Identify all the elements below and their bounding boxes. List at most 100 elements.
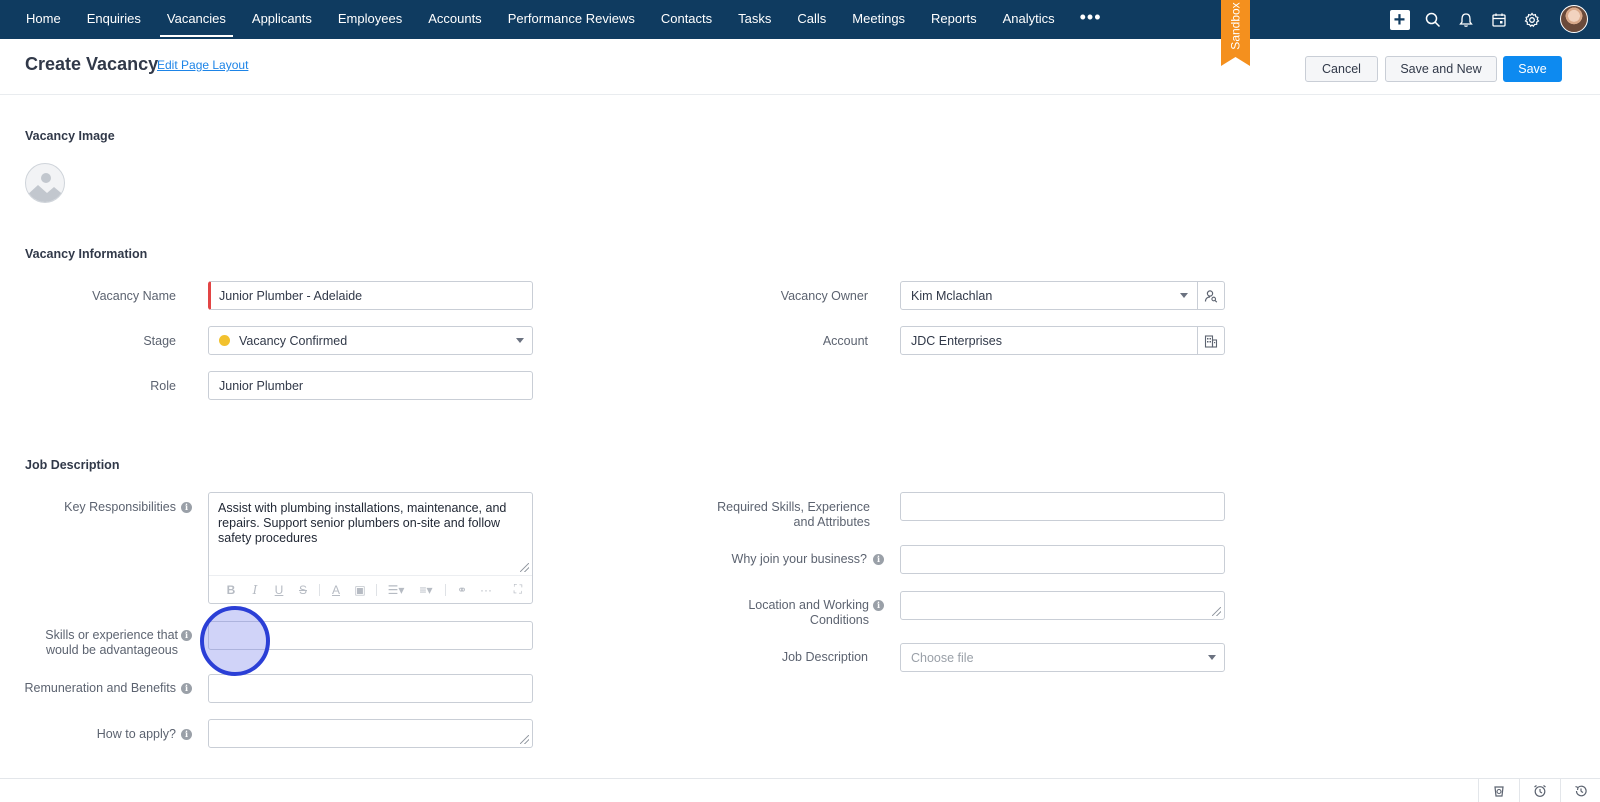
vacancy-name-label: Vacancy Name: [92, 289, 176, 303]
nav-tab-meetings[interactable]: Meetings: [839, 0, 918, 39]
account-value: JDC Enterprises: [911, 333, 1002, 348]
module-tabs: Home Enquiries Vacancies Applicants Empl…: [13, 0, 1114, 39]
global-actions: +: [1383, 0, 1548, 39]
chevron-down-icon: [516, 338, 524, 343]
italic-icon[interactable]: I: [243, 583, 267, 597]
numbered-list-icon[interactable]: ≡▾: [411, 583, 441, 597]
required-skills-label-line1: Required Skills, Experience: [717, 500, 870, 514]
highlight-color-icon[interactable]: ▣: [348, 583, 372, 597]
nav-tab-calls[interactable]: Calls: [784, 0, 839, 39]
plus-icon: +: [1389, 9, 1410, 30]
user-avatar[interactable]: [1560, 5, 1588, 33]
why-join-input[interactable]: [900, 545, 1225, 574]
chevron-down-icon: [1208, 655, 1216, 660]
choose-file-placeholder: Choose file: [911, 650, 974, 665]
toolbar-divider: [376, 583, 377, 596]
skills-advantageous-label: Skills or experience that would be advan…: [20, 628, 178, 658]
info-icon[interactable]: i: [181, 729, 192, 740]
how-to-apply-textarea[interactable]: [208, 719, 533, 748]
stage-value: Vacancy Confirmed: [239, 333, 348, 348]
fullscreen-icon[interactable]: ⛶: [506, 582, 530, 597]
info-icon[interactable]: i: [181, 502, 192, 513]
user-lookup-icon[interactable]: [1197, 282, 1224, 309]
underline-icon[interactable]: U: [267, 583, 291, 597]
toolbar-divider: [319, 583, 320, 596]
account-label: Account: [822, 334, 868, 348]
how-to-apply-label: How to apply?: [96, 727, 176, 741]
nav-tab-applicants[interactable]: Applicants: [239, 0, 325, 39]
stage-label: Stage: [143, 334, 176, 348]
key-responsibilities-label: Key Responsibilities: [64, 500, 176, 514]
required-skills-input[interactable]: [900, 492, 1225, 521]
role-input[interactable]: Junior Plumber: [208, 371, 533, 400]
required-skills-label-line2: and Attributes: [793, 515, 870, 529]
gear-icon[interactable]: [1515, 0, 1548, 39]
location-conditions-textarea[interactable]: [900, 591, 1225, 620]
account-input[interactable]: JDC Enterprises: [900, 326, 1225, 355]
location-conditions-label: Location and Working Conditions: [690, 598, 869, 628]
resize-handle[interactable]: [520, 735, 529, 744]
nav-tab-enquiries[interactable]: Enquiries: [74, 0, 154, 39]
more-options-icon[interactable]: ···: [474, 583, 498, 597]
job-description-file-select[interactable]: Choose file: [900, 643, 1225, 672]
why-join-label: Why join your business?: [731, 552, 867, 566]
nav-tab-analytics[interactable]: Analytics: [990, 0, 1068, 39]
page-title: Create Vacancy: [25, 54, 159, 74]
job-description-file-label: Job Description: [781, 650, 868, 664]
nav-tab-performance-reviews[interactable]: Performance Reviews: [495, 0, 648, 39]
resize-handle[interactable]: [520, 563, 529, 572]
history-icon[interactable]: [1478, 779, 1518, 802]
bullet-list-icon[interactable]: ☰▾: [381, 583, 411, 597]
location-label-line2: Conditions: [809, 613, 869, 627]
vacancy-name-input[interactable]: Junior Plumber - Adelaide: [208, 281, 533, 310]
cancel-button[interactable]: Cancel: [1305, 56, 1378, 82]
stage-select[interactable]: Vacancy Confirmed: [208, 326, 533, 355]
chevron-down-icon: [1180, 293, 1188, 298]
top-navigation-bar: Home Enquiries Vacancies Applicants Empl…: [0, 0, 1600, 66]
image-placeholder-icon: [26, 173, 64, 202]
nav-tab-contacts[interactable]: Contacts: [648, 0, 725, 39]
recent-items-icon[interactable]: [1560, 779, 1600, 802]
save-button[interactable]: Save: [1503, 56, 1562, 82]
resize-handle[interactable]: [1212, 607, 1221, 616]
info-icon[interactable]: i: [181, 683, 192, 694]
info-icon[interactable]: i: [181, 630, 192, 641]
section-title-vacancy-information: Vacancy Information: [25, 247, 148, 261]
edit-page-layout-link[interactable]: Edit Page Layout: [157, 58, 248, 72]
alarm-clock-icon[interactable]: [1519, 779, 1559, 802]
building-lookup-icon[interactable]: [1197, 327, 1224, 354]
info-icon[interactable]: i: [873, 554, 884, 565]
page-header: Create Vacancy Edit Page Layout Cancel S…: [0, 39, 1600, 95]
info-icon[interactable]: i: [873, 600, 884, 611]
vacancy-owner-value: Kim Mclachlan: [911, 288, 993, 303]
nav-tab-tasks[interactable]: Tasks: [725, 0, 784, 39]
save-and-new-button[interactable]: Save and New: [1385, 56, 1497, 82]
nav-tab-home[interactable]: Home: [13, 0, 74, 39]
create-new-button[interactable]: +: [1383, 0, 1416, 39]
vacancy-image-upload[interactable]: [25, 163, 65, 203]
bell-icon[interactable]: [1449, 0, 1482, 39]
skills-label-line2: would be advantageous: [45, 643, 178, 657]
stage-status-dot: [219, 335, 230, 346]
bold-icon[interactable]: B: [219, 583, 243, 597]
vacancy-owner-label: Vacancy Owner: [780, 289, 868, 303]
nav-tab-reports[interactable]: Reports: [918, 0, 990, 39]
remuneration-input[interactable]: [208, 674, 533, 703]
rich-text-toolbar: B I U S A ▣ ☰▾ ≡▾ ⚭ ··· ⛶: [209, 575, 532, 603]
strikethrough-icon[interactable]: S: [291, 583, 315, 597]
font-color-icon[interactable]: A: [324, 583, 348, 597]
nav-tab-vacancies[interactable]: Vacancies: [154, 0, 239, 39]
role-label: Role: [150, 379, 176, 393]
nav-tab-accounts[interactable]: Accounts: [415, 0, 494, 39]
bottom-utility-bar: [0, 778, 1600, 802]
vacancy-owner-select[interactable]: Kim Mclachlan: [900, 281, 1225, 310]
skills-advantageous-input[interactable]: [208, 621, 533, 650]
key-responsibilities-editor[interactable]: Assist with plumbing installations, main…: [208, 492, 533, 604]
vacancy-name-value: Junior Plumber - Adelaide: [219, 288, 363, 303]
link-icon[interactable]: ⚭: [450, 583, 474, 597]
location-label-line1: Location and Working: [748, 598, 869, 612]
search-icon[interactable]: [1416, 0, 1449, 39]
ellipsis-icon[interactable]: •••: [1068, 0, 1114, 39]
nav-tab-employees[interactable]: Employees: [325, 0, 415, 39]
calendar-icon[interactable]: [1482, 0, 1515, 39]
